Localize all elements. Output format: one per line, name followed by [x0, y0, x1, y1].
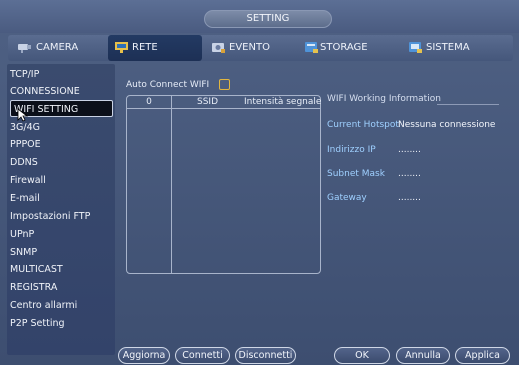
tab-evento[interactable]: EVENTO	[205, 35, 301, 61]
column-header-signal: Intensità segnale	[244, 97, 322, 107]
sidebar-item-registra[interactable]: REGISTRA	[7, 279, 115, 296]
ip-address-value: ........	[398, 145, 421, 155]
current-hotspot-label: Current Hotspot	[327, 120, 399, 130]
camera-icon	[18, 44, 31, 53]
auto-connect-row: Auto Connect WIFI	[126, 79, 230, 90]
column-divider	[171, 96, 172, 273]
table-header: 0 SSID Intensità segnale	[127, 96, 322, 109]
network-icon	[115, 42, 128, 53]
settings-sidebar: TCP/IP CONNESSIONE WIFI SETTING 3G/4G PP…	[7, 64, 115, 355]
auto-connect-label: Auto Connect WIFI	[126, 80, 210, 90]
tab-label: CAMERA	[36, 42, 79, 53]
storage-icon	[305, 42, 318, 53]
gateway-value: ........	[398, 193, 421, 203]
gateway-label: Gateway	[327, 193, 367, 203]
current-hotspot-row: Current Hotspot Nessuna connessione	[327, 120, 495, 130]
wifi-network-table[interactable]: 0 SSID Intensità segnale	[126, 95, 321, 274]
gateway-row: Gateway ........	[327, 193, 421, 203]
mouse-cursor-icon	[17, 108, 28, 122]
wifi-info-heading: WIFI Working Information	[327, 94, 441, 104]
wifi-settings-panel: Auto Connect WIFI 0 SSID Intensità segna…	[118, 64, 512, 364]
sidebar-item-upnp[interactable]: UPnP	[7, 226, 115, 243]
auto-connect-checkbox[interactable]	[219, 79, 230, 90]
sidebar-item-centro-allarmi[interactable]: Centro allarmi	[7, 297, 115, 314]
sidebar-item-firewall[interactable]: Firewall	[7, 172, 115, 189]
tab-rete[interactable]: RETE	[108, 35, 202, 61]
event-icon	[212, 43, 225, 53]
sidebar-item-connessione[interactable]: CONNESSIONE	[7, 83, 115, 100]
connect-button[interactable]: Connetti	[175, 347, 230, 364]
sidebar-item-email[interactable]: E-mail	[7, 190, 115, 207]
sidebar-item-pppoe[interactable]: PPPOE	[7, 136, 115, 153]
column-header-ssid: SSID	[196, 97, 218, 107]
subnet-mask-label: Subnet Mask	[327, 169, 385, 179]
disconnect-button[interactable]: Disconnetti	[235, 347, 296, 364]
tab-label: SISTEMA	[426, 42, 470, 53]
apply-button[interactable]: Applica	[455, 347, 510, 364]
sidebar-item-snmp[interactable]: SNMP	[7, 244, 115, 261]
wifi-working-info: WIFI Working Information Current Hotspot…	[327, 94, 512, 274]
column-header-index: 0	[146, 97, 152, 107]
tab-label: EVENTO	[229, 42, 270, 53]
subnet-mask-value: ........	[398, 169, 421, 179]
settings-window: SETTING CAMERA RETE EVENTO STORAGE SISTE…	[0, 0, 519, 365]
window-title: SETTING	[204, 10, 332, 28]
tab-storage[interactable]: STORAGE	[304, 35, 400, 61]
ok-button[interactable]: OK	[334, 347, 390, 364]
heading-divider	[437, 104, 499, 105]
refresh-button[interactable]: Aggiorna	[118, 347, 170, 364]
system-icon	[409, 42, 422, 53]
sidebar-item-p2p-setting[interactable]: P2P Setting	[7, 315, 115, 332]
ip-address-row: Indirizzo IP ........	[327, 145, 421, 155]
tab-label: RETE	[132, 42, 158, 53]
title-bar: SETTING	[0, 0, 519, 33]
sidebar-item-ftp[interactable]: Impostazioni FTP	[7, 208, 115, 225]
tab-camera[interactable]: CAMERA	[12, 35, 108, 61]
tab-sistema[interactable]: SISTEMA	[402, 35, 508, 61]
main-tab-bar: CAMERA RETE EVENTO STORAGE SISTEMA	[8, 35, 513, 61]
current-hotspot-value: Nessuna connessione	[398, 120, 496, 130]
sidebar-item-ddns[interactable]: DDNS	[7, 154, 115, 171]
ip-address-label: Indirizzo IP	[327, 145, 376, 155]
sidebar-item-multicast[interactable]: MULTICAST	[7, 261, 115, 278]
subnet-mask-row: Subnet Mask ........	[327, 169, 421, 179]
cancel-button[interactable]: Annulla	[396, 347, 450, 364]
sidebar-item-tcpip[interactable]: TCP/IP	[7, 66, 115, 83]
tab-label: STORAGE	[320, 42, 368, 53]
